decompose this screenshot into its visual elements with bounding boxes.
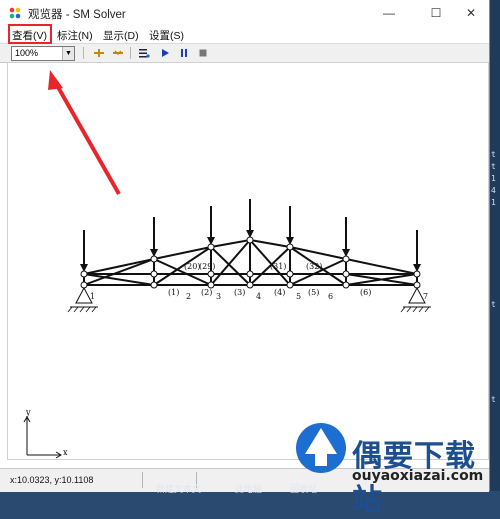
desktop-text: 1 <box>491 198 496 207</box>
play-icon[interactable] <box>159 47 171 59</box>
menu-highlight-box <box>8 24 52 44</box>
axis-indicator <box>23 416 62 459</box>
node-label: 6 <box>328 292 333 301</box>
member-label: (32) <box>306 262 322 271</box>
node-label: 3 <box>216 292 221 301</box>
chevron-down-icon[interactable]: ▼ <box>62 47 74 60</box>
taskbar-item[interactable]: 回收站 <box>290 482 317 495</box>
y-axis-label: y <box>25 408 31 417</box>
taskbar-item[interactable]: 新建文本文 <box>156 482 201 495</box>
pause-icon[interactable] <box>178 47 190 59</box>
node-label: 7 <box>423 292 428 301</box>
desktop-text: t <box>491 300 496 309</box>
member-label: (4) <box>274 288 285 297</box>
node-label: 1 <box>90 292 95 301</box>
title-bar[interactable]: 观览器 - SM Solver — ☐ ✕ <box>0 0 489 26</box>
zoom-value: 100% <box>15 48 39 58</box>
member-label: (6) <box>360 288 371 297</box>
truss-labels: (20) (29) (31) (32) 1 2 3 4 5 6 7 (1) (2… <box>90 262 428 301</box>
member-label: (1) <box>168 288 179 297</box>
cursor-coordinates: x:10.0323, y:10.1108 <box>10 475 94 485</box>
stop-icon[interactable] <box>197 47 209 59</box>
node-label: 4 <box>256 292 261 301</box>
member-label: (5) <box>308 288 319 297</box>
window-title: 观览器 - SM Solver <box>28 9 126 21</box>
node-label: 2 <box>186 292 191 301</box>
toolbar-separator <box>83 47 84 59</box>
truss-members <box>83 238 418 286</box>
toolbar-separator <box>130 47 131 59</box>
add-load-icon[interactable] <box>93 47 105 59</box>
settings-icon[interactable] <box>138 47 150 59</box>
desktop-text: t <box>491 395 496 404</box>
taskbar-item[interactable]: 此电脑 <box>235 482 262 495</box>
close-button[interactable]: ✕ <box>451 0 491 26</box>
app-icon <box>9 7 21 19</box>
menu-display[interactable]: 显示(D) <box>103 28 139 43</box>
x-axis-label: x <box>63 448 68 457</box>
maximize-button[interactable]: ☐ <box>416 0 456 26</box>
zoom-select[interactable]: 100% ▼ <box>11 46 75 61</box>
watermark-url: ouyaoxiazai.com <box>352 468 484 484</box>
menu-settings[interactable]: 设置(S) <box>149 28 184 43</box>
desktop-text: 1 <box>491 174 496 183</box>
member-label: (31) <box>270 262 286 271</box>
annotation-arrow <box>48 70 121 195</box>
member-label: (20) <box>184 262 200 271</box>
menu-bar: 查看(V) 标注(N) 显示(D) 设置(S) <box>0 26 489 43</box>
member-label: (29) <box>199 262 215 271</box>
node-label: 5 <box>296 292 301 301</box>
desktop-edge: t t 1 4 1 t t <box>490 0 500 491</box>
remove-load-icon[interactable] <box>112 47 124 59</box>
watermark-logo <box>296 423 346 473</box>
supports <box>70 286 431 308</box>
status-separator <box>142 472 143 488</box>
minimize-button[interactable]: — <box>369 0 409 26</box>
support-hatch <box>67 306 430 313</box>
member-label: (3) <box>234 288 245 297</box>
desktop-text: 4 <box>491 186 496 195</box>
desktop-text: t <box>491 150 496 159</box>
member-label: (2) <box>201 288 212 297</box>
menu-annotate[interactable]: 标注(N) <box>57 28 93 43</box>
desktop-text: t <box>491 162 496 171</box>
